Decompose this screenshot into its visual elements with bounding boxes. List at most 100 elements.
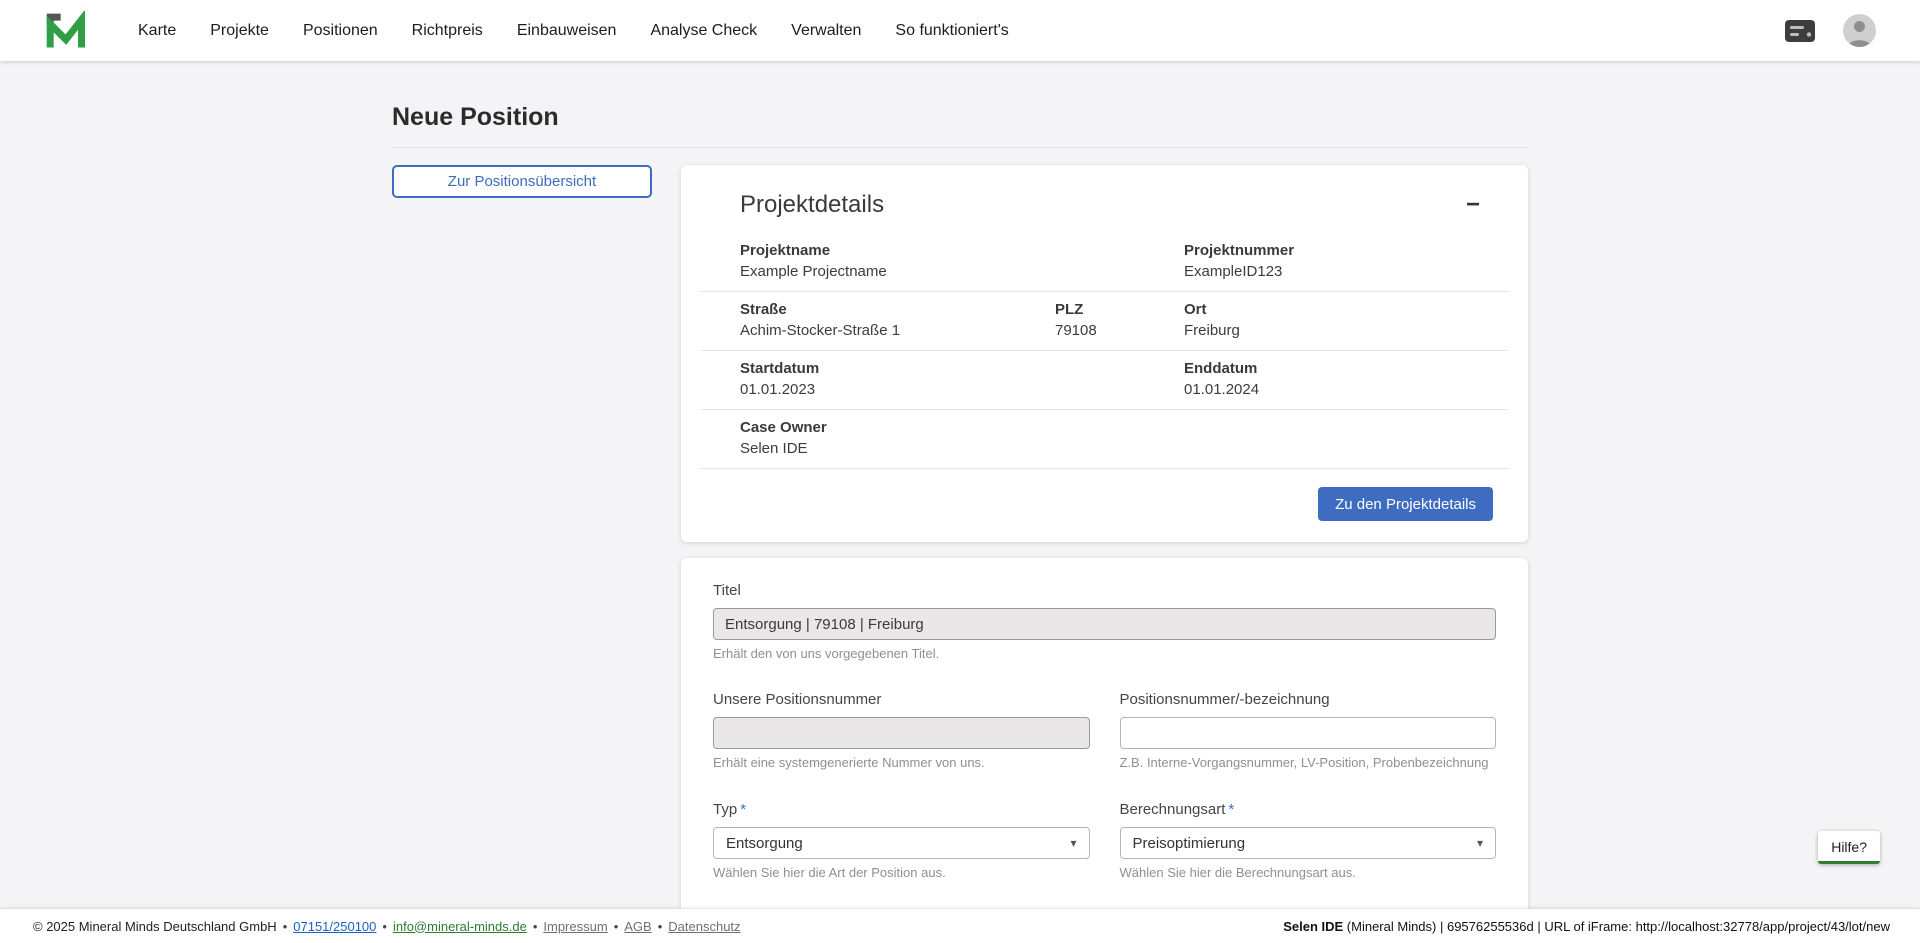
typ-label-text: Typ (713, 801, 737, 818)
nav-item-positionen[interactable]: Positionen (303, 22, 378, 40)
field-label: Case Owner (740, 419, 1055, 436)
titel-field: Titel Erhält den von uns vorgegebenen Ti… (713, 582, 1496, 661)
positionsnummer-helper: Z.B. Interne-Vorgangsnummer, LV-Position… (1120, 755, 1497, 770)
field-value: 79108 (1055, 322, 1184, 339)
field-ort: Ort Freiburg (1184, 301, 1508, 339)
footer: © 2025 Mineral Minds Deutschland GmbH • … (0, 909, 1920, 943)
footer-session-details: (Mineral Minds) | 69576255536d | URL of … (1343, 919, 1890, 934)
required-marker: * (1228, 801, 1234, 818)
field-label: Enddatum (1184, 360, 1508, 377)
field-case-owner: Case Owner Selen IDE (740, 419, 1055, 457)
required-marker: * (740, 801, 746, 818)
form-left-column: Unsere Positionsnummer Erhält eine syste… (713, 691, 1090, 943)
mineral-minds-logo[interactable] (44, 11, 86, 51)
field-label: Projektnummer (1184, 242, 1508, 259)
berechnungsart-helper: Wählen Sie hier die Berechnungsart aus. (1120, 865, 1497, 880)
help-button[interactable]: Hilfe? (1818, 831, 1880, 864)
project-details-button[interactable]: Zu den Projektdetails (1318, 487, 1493, 521)
nav-item-analyse-check[interactable]: Analyse Check (650, 22, 757, 40)
server-icon[interactable] (1783, 17, 1817, 45)
field-label: PLZ (1055, 301, 1184, 318)
field-value: Achim-Stocker-Straße 1 (740, 322, 1055, 339)
phone-link[interactable]: 07151/250100 (293, 919, 376, 934)
berechnungsart-label-text: Berechnungsart (1120, 801, 1226, 818)
detail-row: Projektname Example Projectname Projektn… (701, 233, 1508, 292)
nav-item-verwalten[interactable]: Verwalten (791, 22, 861, 40)
typ-select[interactable]: Entsorgung ▾ (713, 827, 1090, 859)
logo-mark-icon (44, 11, 86, 51)
footer-session-info: Selen IDE (Mineral Minds) | 69576255536d… (1283, 919, 1890, 934)
field-enddatum: Enddatum 01.01.2024 (1184, 360, 1508, 398)
main-content: Neue Position Zur Positionsübersicht Pro… (0, 61, 1920, 943)
typ-label: Typ* (713, 801, 1090, 818)
titel-helper: Erhält den von uns vorgegebenen Titel. (713, 646, 1496, 661)
back-to-positions-button[interactable]: Zur Positionsübersicht (392, 165, 652, 198)
positionsnummer-field: Positionsnummer/-bezeichnung Z.B. Intern… (1120, 691, 1497, 770)
positionsnummer-label: Positionsnummer/-bezeichnung (1120, 691, 1497, 708)
page-title: Neue Position (392, 103, 1528, 132)
berechnungsart-label: Berechnungsart* (1120, 801, 1497, 818)
impressum-link[interactable]: Impressum (543, 919, 607, 934)
detail-row: Startdatum 01.01.2023 Enddatum 01.01.202… (701, 351, 1508, 410)
separator-dot: • (283, 919, 288, 934)
navbar-right (1783, 14, 1876, 47)
unsere-positionsnummer-helper: Erhält eine systemgenerierte Nummer von … (713, 755, 1090, 770)
separator-dot: • (614, 919, 619, 934)
typ-field: Typ* Entsorgung ▾ Wählen Sie hier die Ar… (713, 801, 1090, 880)
field-projektname: Projektname Example Projectname (740, 242, 1055, 280)
footer-left: © 2025 Mineral Minds Deutschland GmbH • … (33, 919, 741, 934)
field-label: Straße (740, 301, 1055, 318)
person-icon (1843, 14, 1876, 47)
collapse-minus-icon[interactable]: − (1460, 193, 1486, 217)
field-startdatum: Startdatum 01.01.2023 (740, 360, 1055, 398)
project-details-table: Projektname Example Projectname Projektn… (701, 233, 1508, 469)
field-label: Startdatum (740, 360, 1055, 377)
field-value: Example Projectname (740, 263, 1055, 280)
berechnungsart-field: Berechnungsart* Preisoptimierung ▾ Wähle… (1120, 801, 1497, 880)
separator-dot: • (533, 919, 538, 934)
field-label: Ort (1184, 301, 1508, 318)
berechnungsart-selected-value: Preisoptimierung (1133, 835, 1246, 852)
field-strasse: Straße Achim-Stocker-Straße 1 (740, 301, 1055, 339)
nav-item-karte[interactable]: Karte (138, 22, 176, 40)
app-root: Karte Projekte Positionen Richtpreis Ein… (0, 0, 1920, 943)
nav-item-so-funktionierts[interactable]: So funktioniert's (895, 22, 1008, 40)
nav-item-einbauweisen[interactable]: Einbauweisen (517, 22, 617, 40)
field-value: 01.01.2024 (1184, 381, 1508, 398)
field-value: Freiburg (1184, 322, 1508, 339)
separator-dot: • (658, 919, 663, 934)
field-value: Selen IDE (740, 440, 1055, 457)
left-column: Zur Positionsübersicht (392, 165, 652, 198)
user-avatar[interactable] (1843, 14, 1876, 47)
typ-helper: Wählen Sie hier die Art der Position aus… (713, 865, 1090, 880)
detail-row: Case Owner Selen IDE (701, 410, 1508, 469)
field-projektnummer: Projektnummer ExampleID123 (1184, 242, 1508, 280)
copyright-text: © 2025 Mineral Minds Deutschland GmbH (33, 919, 277, 934)
typ-selected-value: Entsorgung (726, 835, 803, 852)
chevron-down-icon: ▾ (1477, 836, 1483, 850)
agb-link[interactable]: AGB (624, 919, 651, 934)
positionsnummer-input[interactable] (1120, 717, 1497, 749)
nav-item-projekte[interactable]: Projekte (210, 22, 269, 40)
field-label: Projektname (740, 242, 1055, 259)
form-right-column: Positionsnummer/-bezeichnung Z.B. Intern… (1120, 691, 1497, 943)
field-plz: PLZ 79108 (1055, 301, 1184, 339)
berechnungsart-select[interactable]: Preisoptimierung ▾ (1120, 827, 1497, 859)
unsere-positionsnummer-input (713, 717, 1090, 749)
datenschutz-link[interactable]: Datenschutz (668, 919, 740, 934)
project-details-card: Projektdetails − Projektname Example Pro… (681, 165, 1528, 542)
chevron-down-icon: ▾ (1070, 836, 1076, 850)
nav-item-richtpreis[interactable]: Richtpreis (412, 22, 483, 40)
email-link[interactable]: info@mineral-minds.de (393, 919, 527, 934)
unsere-positionsnummer-field: Unsere Positionsnummer Erhält eine syste… (713, 691, 1090, 770)
separator-dot: • (382, 919, 387, 934)
project-card-title: Projektdetails (740, 191, 884, 219)
top-navbar: Karte Projekte Positionen Richtpreis Ein… (0, 0, 1920, 61)
unsere-positionsnummer-label: Unsere Positionsnummer (713, 691, 1090, 708)
right-column: Projektdetails − Projektname Example Pro… (681, 165, 1528, 943)
detail-row: Straße Achim-Stocker-Straße 1 PLZ 79108 … (701, 292, 1508, 351)
position-form-card: Titel Erhält den von uns vorgegebenen Ti… (681, 558, 1528, 943)
titel-input (713, 608, 1496, 640)
field-value: ExampleID123 (1184, 263, 1508, 280)
titel-label: Titel (713, 582, 1496, 599)
